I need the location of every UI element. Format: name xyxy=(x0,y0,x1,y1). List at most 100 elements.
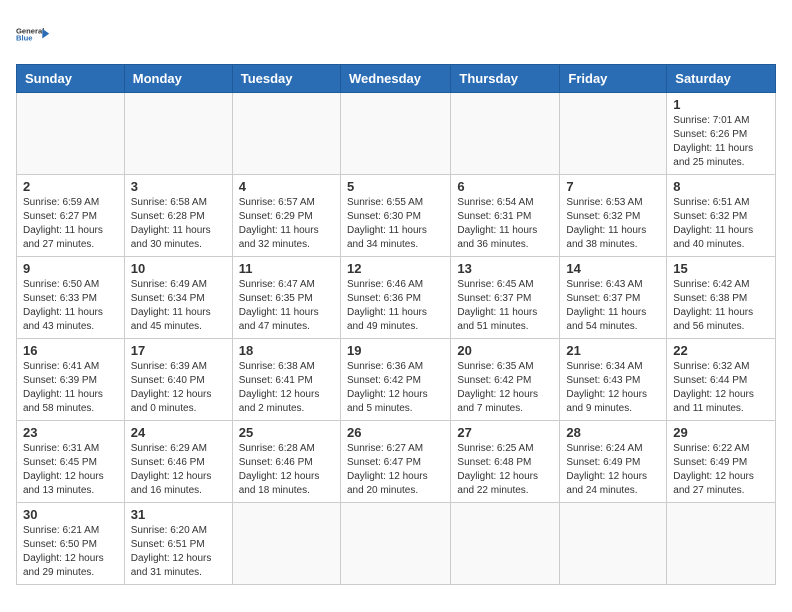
calendar-cell: 13Sunrise: 6:45 AM Sunset: 6:37 PM Dayli… xyxy=(451,257,560,339)
day-number: 9 xyxy=(23,261,118,276)
calendar-cell xyxy=(560,503,667,585)
week-row-5: 23Sunrise: 6:31 AM Sunset: 6:45 PM Dayli… xyxy=(17,421,776,503)
week-row-3: 9 Sunrise: 6:50 AM Sunset: 6:33 PM Daylig… xyxy=(17,257,776,339)
calendar-cell: 14 Sunrise: 6:43 AM Sunset: 6:37 PM Dayli… xyxy=(560,257,667,339)
day-number: 8 xyxy=(673,179,769,194)
calendar-cell: 12Sunrise: 6:46 AM Sunset: 6:36 PM Dayli… xyxy=(340,257,450,339)
day-info: Sunrise: 6:55 AM Sunset: 6:30 PM Dayligh… xyxy=(347,196,444,252)
calendar-cell: 24Sunrise: 6:29 AM Sunset: 6:46 PM Dayli… xyxy=(124,421,232,503)
calendar-cell xyxy=(560,93,667,175)
calendar-cell: 30 Sunrise: 6:21 AM Sunset: 6:50 PM Dayli… xyxy=(17,503,125,585)
calendar-cell: 20Sunrise: 6:35 AM Sunset: 6:42 PM Dayli… xyxy=(451,339,560,421)
day-number: 26 xyxy=(347,425,444,440)
calendar-cell: 2 Sunrise: 6:59 AM Sunset: 6:27 PM Daylig… xyxy=(17,175,125,257)
day-info: Sunrise: 6:58 AM Sunset: 6:28 PM Dayligh… xyxy=(131,196,226,252)
column-header-monday: Monday xyxy=(124,65,232,93)
day-number: 17 xyxy=(131,343,226,358)
day-number: 25 xyxy=(239,425,334,440)
day-number: 21 xyxy=(566,343,660,358)
calendar-cell xyxy=(667,503,776,585)
column-header-tuesday: Tuesday xyxy=(232,65,340,93)
day-number: 14 xyxy=(566,261,660,276)
day-number: 18 xyxy=(239,343,334,358)
calendar-cell: 15Sunrise: 6:42 AM Sunset: 6:38 PM Dayli… xyxy=(667,257,776,339)
day-number: 31 xyxy=(131,507,226,522)
day-number: 13 xyxy=(457,261,553,276)
day-info: Sunrise: 6:31 AM Sunset: 6:45 PM Dayligh… xyxy=(23,442,118,498)
day-info: Sunrise: 6:39 AM Sunset: 6:40 PM Dayligh… xyxy=(131,360,226,416)
calendar-cell: 11 Sunrise: 6:47 AM Sunset: 6:35 PM Dayli… xyxy=(232,257,340,339)
day-number: 22 xyxy=(673,343,769,358)
calendar-cell: 8Sunrise: 6:51 AM Sunset: 6:32 PM Daylig… xyxy=(667,175,776,257)
column-header-wednesday: Wednesday xyxy=(340,65,450,93)
logo: GeneralBlue xyxy=(16,16,56,52)
calendar-cell xyxy=(124,93,232,175)
calendar-cell: 29 Sunrise: 6:22 AM Sunset: 6:49 PM Dayli… xyxy=(667,421,776,503)
day-info: Sunrise: 6:50 AM Sunset: 6:33 PM Dayligh… xyxy=(23,278,118,334)
calendar-cell xyxy=(451,93,560,175)
calendar-cell: 10 Sunrise: 6:49 AM Sunset: 6:34 PM Dayli… xyxy=(124,257,232,339)
calendar-cell: 21 Sunrise: 6:34 AM Sunset: 6:43 PM Dayli… xyxy=(560,339,667,421)
day-info: Sunrise: 6:36 AM Sunset: 6:42 PM Dayligh… xyxy=(347,360,444,416)
day-info: Sunrise: 6:25 AM Sunset: 6:48 PM Dayligh… xyxy=(457,442,553,498)
day-info: Sunrise: 6:21 AM Sunset: 6:50 PM Dayligh… xyxy=(23,524,118,580)
calendar-cell: 16Sunrise: 6:41 AM Sunset: 6:39 PM Dayli… xyxy=(17,339,125,421)
day-number: 30 xyxy=(23,507,118,522)
day-number: 3 xyxy=(131,179,226,194)
calendar-cell: 28 Sunrise: 6:24 AM Sunset: 6:49 PM Dayli… xyxy=(560,421,667,503)
calendar-cell: 5 Sunrise: 6:55 AM Sunset: 6:30 PM Daylig… xyxy=(340,175,450,257)
day-info: Sunrise: 6:57 AM Sunset: 6:29 PM Dayligh… xyxy=(239,196,334,252)
day-number: 10 xyxy=(131,261,226,276)
day-info: Sunrise: 6:27 AM Sunset: 6:47 PM Dayligh… xyxy=(347,442,444,498)
day-number: 24 xyxy=(131,425,226,440)
calendar-cell: 18 Sunrise: 6:38 AM Sunset: 6:41 PM Dayli… xyxy=(232,339,340,421)
day-number: 15 xyxy=(673,261,769,276)
calendar-cell: 22 Sunrise: 6:32 AM Sunset: 6:44 PM Dayli… xyxy=(667,339,776,421)
week-row-4: 16Sunrise: 6:41 AM Sunset: 6:39 PM Dayli… xyxy=(17,339,776,421)
week-row-6: 30 Sunrise: 6:21 AM Sunset: 6:50 PM Dayli… xyxy=(17,503,776,585)
calendar-cell: 6Sunrise: 6:54 AM Sunset: 6:31 PM Daylig… xyxy=(451,175,560,257)
day-info: Sunrise: 6:22 AM Sunset: 6:49 PM Dayligh… xyxy=(673,442,769,498)
day-number: 12 xyxy=(347,261,444,276)
calendar-cell: 17 Sunrise: 6:39 AM Sunset: 6:40 PM Dayli… xyxy=(124,339,232,421)
day-info: Sunrise: 6:43 AM Sunset: 6:37 PM Dayligh… xyxy=(566,278,660,334)
column-header-sunday: Sunday xyxy=(17,65,125,93)
calendar-cell: 23Sunrise: 6:31 AM Sunset: 6:45 PM Dayli… xyxy=(17,421,125,503)
day-number: 7 xyxy=(566,179,660,194)
svg-text:Blue: Blue xyxy=(16,34,33,43)
day-number: 20 xyxy=(457,343,553,358)
calendar-cell: 7 Sunrise: 6:53 AM Sunset: 6:32 PM Daylig… xyxy=(560,175,667,257)
calendar-cell: 27Sunrise: 6:25 AM Sunset: 6:48 PM Dayli… xyxy=(451,421,560,503)
calendar-cell: 31Sunrise: 6:20 AM Sunset: 6:51 PM Dayli… xyxy=(124,503,232,585)
column-header-thursday: Thursday xyxy=(451,65,560,93)
day-info: Sunrise: 6:53 AM Sunset: 6:32 PM Dayligh… xyxy=(566,196,660,252)
day-info: Sunrise: 6:47 AM Sunset: 6:35 PM Dayligh… xyxy=(239,278,334,334)
day-number: 19 xyxy=(347,343,444,358)
page-header: GeneralBlue xyxy=(16,16,776,52)
day-number: 11 xyxy=(239,261,334,276)
calendar-cell: 1Sunrise: 7:01 AM Sunset: 6:26 PM Daylig… xyxy=(667,93,776,175)
day-info: Sunrise: 6:49 AM Sunset: 6:34 PM Dayligh… xyxy=(131,278,226,334)
calendar-cell xyxy=(232,503,340,585)
day-info: Sunrise: 7:01 AM Sunset: 6:26 PM Dayligh… xyxy=(673,114,769,170)
day-info: Sunrise: 6:54 AM Sunset: 6:31 PM Dayligh… xyxy=(457,196,553,252)
day-number: 29 xyxy=(673,425,769,440)
day-info: Sunrise: 6:38 AM Sunset: 6:41 PM Dayligh… xyxy=(239,360,334,416)
day-info: Sunrise: 6:32 AM Sunset: 6:44 PM Dayligh… xyxy=(673,360,769,416)
calendar-table: SundayMondayTuesdayWednesdayThursdayFrid… xyxy=(16,64,776,585)
day-number: 28 xyxy=(566,425,660,440)
day-info: Sunrise: 6:24 AM Sunset: 6:49 PM Dayligh… xyxy=(566,442,660,498)
day-number: 4 xyxy=(239,179,334,194)
calendar-cell xyxy=(340,93,450,175)
calendar-cell: 25Sunrise: 6:28 AM Sunset: 6:46 PM Dayli… xyxy=(232,421,340,503)
day-info: Sunrise: 6:59 AM Sunset: 6:27 PM Dayligh… xyxy=(23,196,118,252)
calendar-cell: 9 Sunrise: 6:50 AM Sunset: 6:33 PM Daylig… xyxy=(17,257,125,339)
calendar-header-row: SundayMondayTuesdayWednesdayThursdayFrid… xyxy=(17,65,776,93)
calendar-cell xyxy=(340,503,450,585)
day-number: 2 xyxy=(23,179,118,194)
week-row-2: 2 Sunrise: 6:59 AM Sunset: 6:27 PM Daylig… xyxy=(17,175,776,257)
day-info: Sunrise: 6:41 AM Sunset: 6:39 PM Dayligh… xyxy=(23,360,118,416)
day-info: Sunrise: 6:34 AM Sunset: 6:43 PM Dayligh… xyxy=(566,360,660,416)
day-number: 5 xyxy=(347,179,444,194)
calendar-cell: 26 Sunrise: 6:27 AM Sunset: 6:47 PM Dayli… xyxy=(340,421,450,503)
